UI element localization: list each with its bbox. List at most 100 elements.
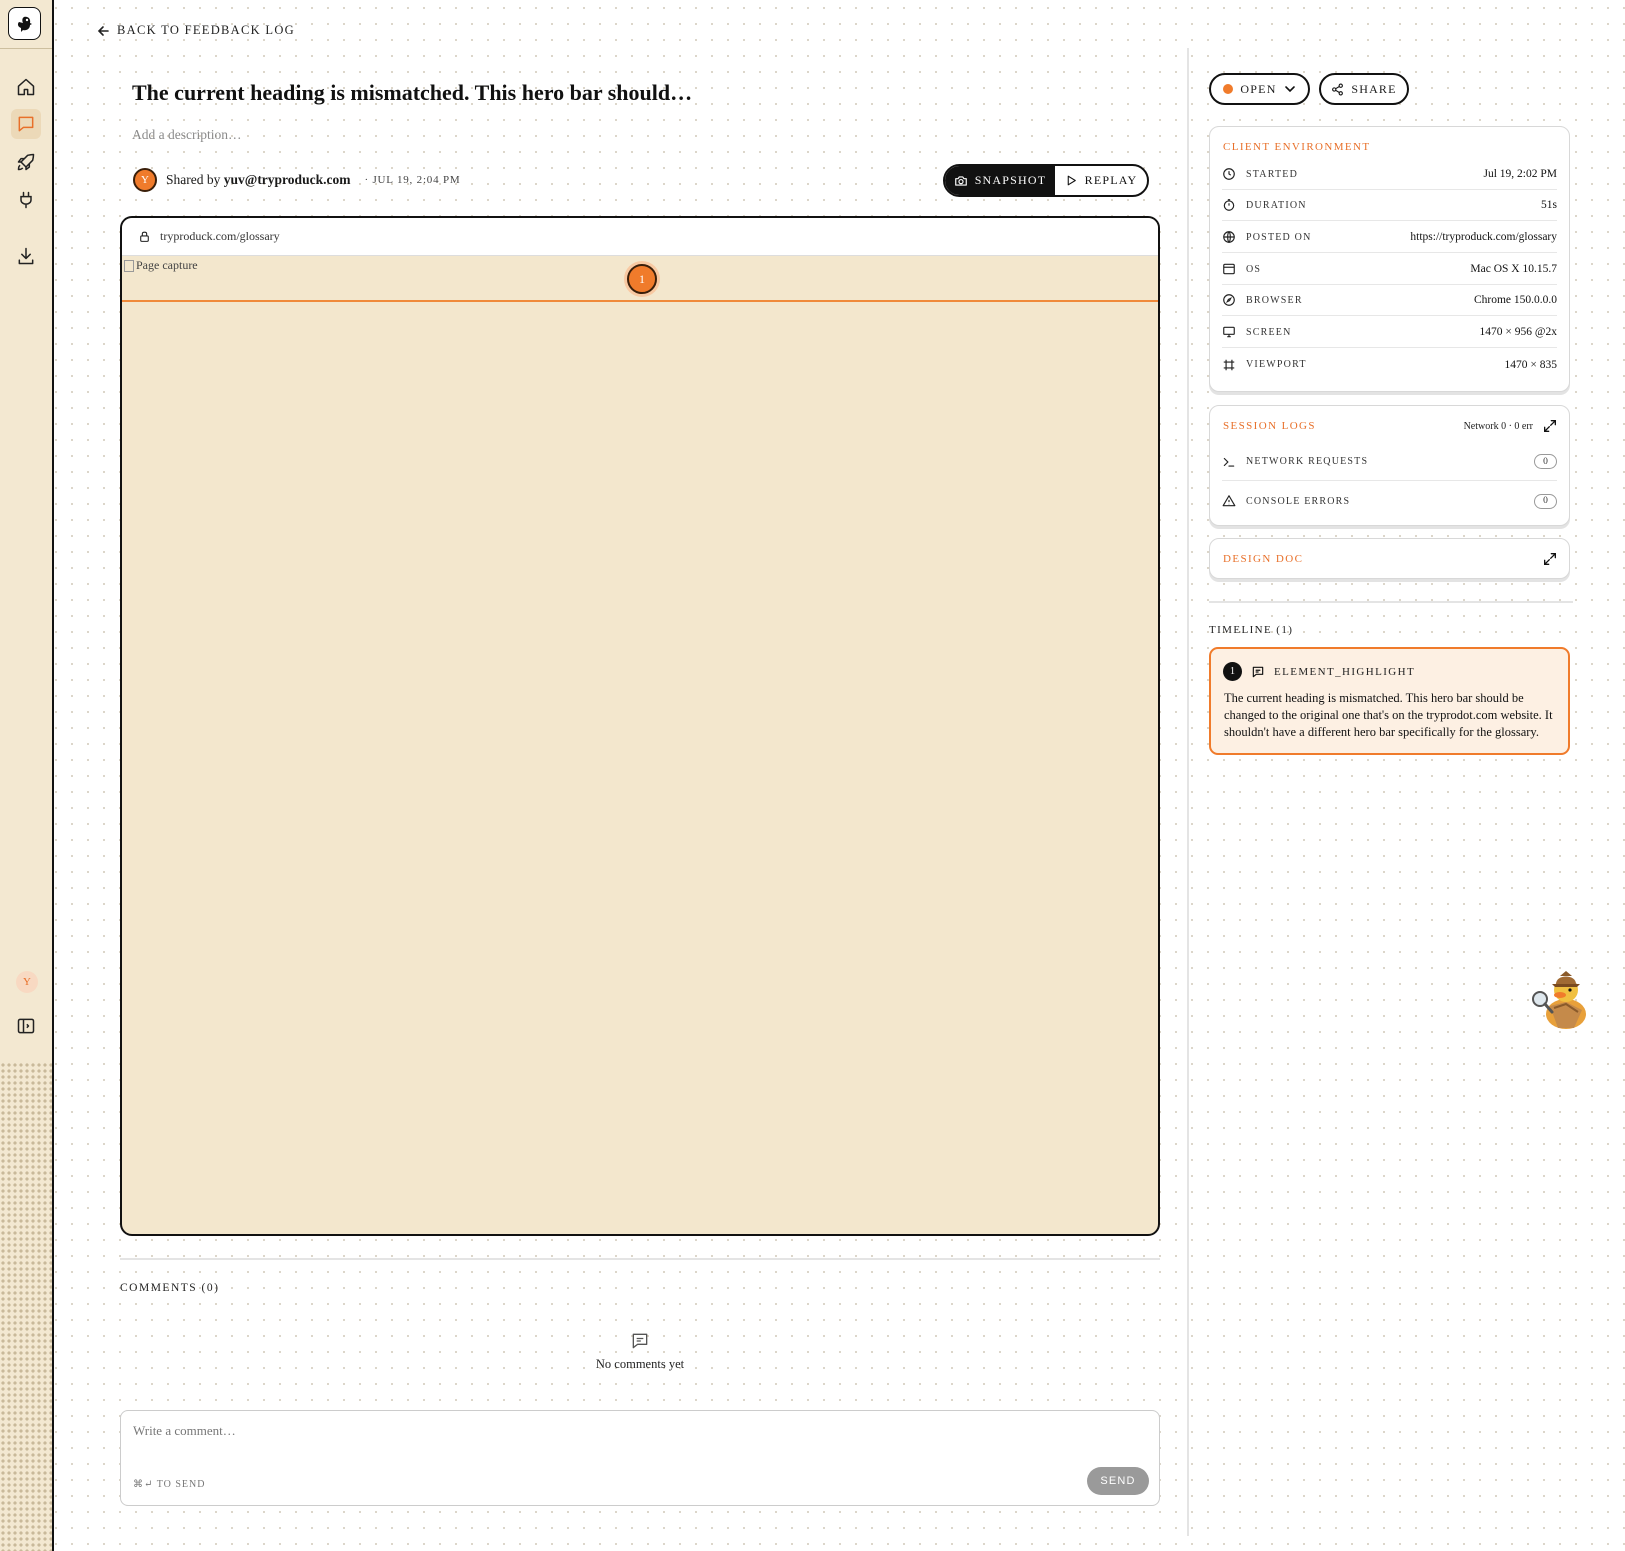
expand-icon[interactable] bbox=[1542, 418, 1558, 434]
warning-icon bbox=[1222, 495, 1236, 507]
snapshot-browser-frame: tryproduck.com/glossary Page capture 1 bbox=[120, 216, 1160, 1236]
share-label: SHARE bbox=[1351, 81, 1397, 96]
play-icon bbox=[1067, 175, 1076, 186]
env-row-duration: DURATION 51s bbox=[1222, 190, 1557, 221]
clock-icon bbox=[1223, 168, 1235, 180]
view-mode-toggle: SNAPSHOT REPLAY bbox=[943, 164, 1149, 197]
design-doc-title: DESIGN DOC bbox=[1223, 553, 1304, 565]
highlight-marker-number: 1 bbox=[639, 271, 645, 286]
sidebar-toggle-button[interactable] bbox=[11, 1011, 41, 1041]
comments-divider bbox=[120, 1258, 1160, 1260]
console-errors-row[interactable]: CONSOLE ERRORS 0 bbox=[1222, 482, 1557, 520]
env-value-browser: Chrome 150.0.0.0 bbox=[1473, 294, 1557, 306]
browser-address-bar: tryproduck.com/glossary bbox=[122, 218, 1158, 256]
env-value-viewport: 1470 × 835 bbox=[1504, 358, 1558, 371]
lock-icon bbox=[140, 231, 149, 242]
author-avatar: Y bbox=[133, 168, 157, 192]
status-dot bbox=[1223, 84, 1234, 94]
env-label-started: STARTED bbox=[1246, 168, 1298, 180]
arrow-left-icon bbox=[97, 25, 109, 36]
chevron-down-icon bbox=[1284, 86, 1295, 93]
console-errors-label: CONSOLE ERRORS bbox=[1246, 495, 1351, 507]
env-value-duration: 51s bbox=[1541, 199, 1557, 211]
timer-icon bbox=[1223, 199, 1235, 211]
description-field[interactable]: Add a description… bbox=[132, 127, 241, 143]
env-label-viewport: VIEWPORT bbox=[1246, 359, 1307, 370]
comment-input[interactable] bbox=[133, 1423, 1033, 1439]
page-capture-image: Page capture bbox=[124, 258, 198, 273]
download-icon bbox=[18, 247, 34, 265]
camera-icon bbox=[954, 175, 967, 186]
env-label-screen: SCREEN bbox=[1246, 326, 1292, 338]
terminal-icon bbox=[1223, 457, 1235, 467]
home-icon bbox=[17, 78, 35, 96]
sidebar-item-feedback[interactable] bbox=[11, 109, 41, 139]
session-logs-card: SESSION LOGS Network 0 · 0 err NETWORK R… bbox=[1209, 405, 1570, 526]
status-dropdown[interactable]: OPEN bbox=[1209, 73, 1310, 105]
app-logo[interactable] bbox=[8, 7, 41, 40]
sidebar-item-launch[interactable] bbox=[11, 147, 41, 177]
shared-by-row: Y Shared by yuv@tryproduck.com · JUL 19,… bbox=[133, 168, 460, 192]
sidebar-item-download[interactable] bbox=[11, 241, 41, 271]
back-to-feedback-log-link[interactable]: BACK TO FEEDBACK LOG bbox=[97, 23, 295, 38]
env-row-os: OS Mac OS X 10.15.7 bbox=[1222, 254, 1557, 285]
back-link-label: BACK TO FEEDBACK LOG bbox=[117, 23, 295, 37]
panel-divider bbox=[1187, 48, 1189, 1536]
env-value-os: Mac OS X 10.15.7 bbox=[1470, 263, 1557, 275]
panel-toggle-icon bbox=[17, 1018, 35, 1034]
message-icon bbox=[18, 116, 34, 132]
design-doc-card[interactable]: DESIGN DOC bbox=[1209, 538, 1570, 579]
globe-icon bbox=[1223, 231, 1235, 244]
author-avatar-initial: Y bbox=[141, 174, 149, 186]
comments-title: COMMENTS (0) bbox=[120, 1282, 220, 1294]
env-label-os: OS bbox=[1246, 263, 1262, 275]
env-value-posted-on: https://tryproduck.com/glossary bbox=[1410, 231, 1557, 243]
shared-by-prefix: Shared by bbox=[166, 172, 221, 187]
detective-duck-mascot-icon[interactable] bbox=[1530, 962, 1594, 1032]
timeline-item[interactable]: 1 ELEMENT_HIGHLIGHT The current heading … bbox=[1209, 647, 1570, 755]
env-label-browser: BROWSER bbox=[1246, 294, 1303, 306]
plug-icon bbox=[20, 191, 32, 209]
timeline-title: TIMELINE (1) bbox=[1209, 624, 1294, 636]
expand-icon[interactable] bbox=[1542, 551, 1558, 567]
element-highlight-outline bbox=[122, 300, 1158, 302]
sidebar: Y bbox=[0, 0, 54, 1551]
frame-icon bbox=[1223, 359, 1235, 370]
highlight-marker[interactable]: 1 bbox=[627, 264, 657, 294]
replay-button[interactable]: REPLAY bbox=[1055, 166, 1147, 195]
env-label-posted-on: POSTED ON bbox=[1246, 231, 1312, 243]
sidebar-item-home[interactable] bbox=[11, 72, 41, 102]
rocket-icon bbox=[17, 153, 35, 171]
send-shortcut-hint: ⌘↵ TO SEND bbox=[133, 1479, 206, 1490]
network-requests-row[interactable]: NETWORK REQUESTS 0 bbox=[1222, 443, 1557, 481]
snapshot-button[interactable]: SNAPSHOT bbox=[945, 166, 1055, 195]
empty-comments-state: No comments yet bbox=[560, 1331, 720, 1372]
sidebar-divider bbox=[0, 48, 52, 49]
comment-icon bbox=[1252, 666, 1264, 677]
env-value-screen: 1470 × 956 @2x bbox=[1479, 326, 1557, 338]
session-logs-summary: Network 0 · 0 err bbox=[1463, 421, 1533, 432]
network-requests-label: NETWORK REQUESTS bbox=[1246, 456, 1369, 467]
send-comment-button[interactable]: SEND bbox=[1087, 1467, 1149, 1495]
share-icon bbox=[1332, 83, 1344, 95]
session-logs-title: SESSION LOGS bbox=[1223, 420, 1316, 432]
monitor-icon bbox=[1223, 326, 1235, 338]
page-title[interactable]: The current heading is mismatched. This … bbox=[132, 80, 692, 106]
env-row-browser: BROWSER Chrome 150.0.0.0 bbox=[1222, 285, 1557, 316]
user-avatar[interactable]: Y bbox=[16, 971, 38, 993]
timeline-item-number: 1 bbox=[1223, 662, 1242, 681]
timeline-item-header: 1 ELEMENT_HIGHLIGHT bbox=[1223, 662, 1415, 681]
console-errors-count: 0 bbox=[1534, 493, 1557, 509]
window-icon bbox=[1223, 263, 1235, 275]
replay-label: REPLAY bbox=[1084, 173, 1138, 187]
snapshot-label: SNAPSHOT bbox=[974, 173, 1047, 187]
env-row-viewport: VIEWPORT 1470 × 835 bbox=[1222, 349, 1557, 380]
comment-composer: ⌘↵ TO SEND SEND bbox=[120, 1410, 1160, 1506]
duck-logo-icon bbox=[17, 16, 32, 32]
broken-image-icon bbox=[124, 259, 134, 272]
sidebar-item-integrations[interactable] bbox=[11, 185, 41, 215]
page-capture-alt: Page capture bbox=[136, 258, 198, 272]
comment-icon bbox=[632, 1333, 648, 1349]
client-environment-card: CLIENT ENVIRONMENT STARTED Jul 19, 2:02 … bbox=[1209, 126, 1570, 392]
share-button[interactable]: SHARE bbox=[1319, 73, 1409, 105]
